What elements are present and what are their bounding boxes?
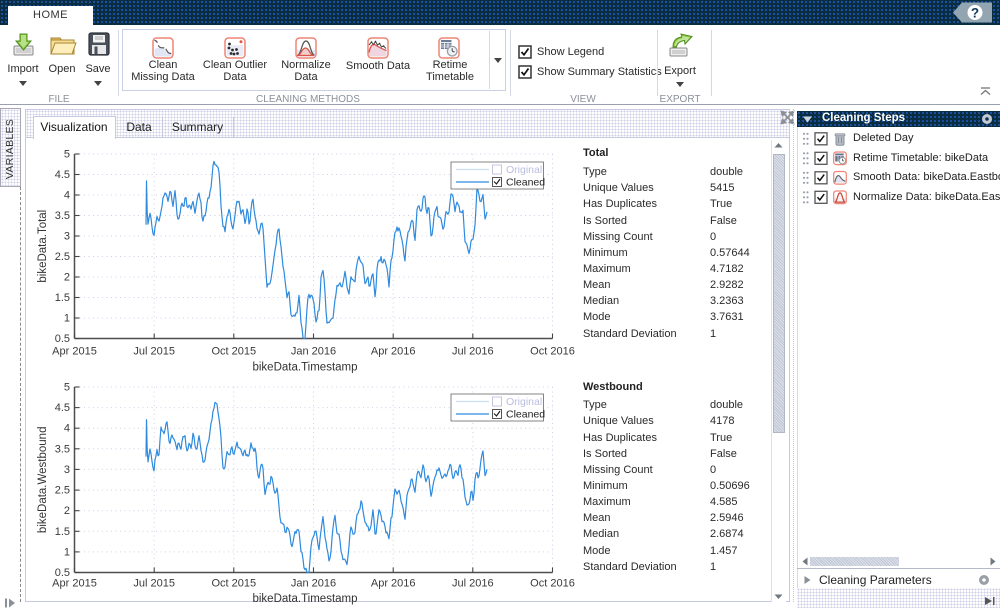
svg-text:4: 4 [64,423,70,435]
svg-text:4.5: 4.5 [55,402,70,414]
svg-text:Oct 2016: Oct 2016 [530,346,575,358]
svg-text:bikeData.Westbound: bikeData.Westbound [37,427,49,534]
svg-text:2: 2 [64,272,70,284]
svg-text:Apr 2016: Apr 2016 [371,346,416,358]
svg-text:Jan 2016: Jan 2016 [291,346,336,358]
svg-text:Oct 2016: Oct 2016 [530,578,575,590]
svg-text:Apr 2015: Apr 2015 [52,578,97,590]
svg-text:3: 3 [64,231,70,243]
svg-text:4.5: 4.5 [55,169,70,181]
svg-text:2.5: 2.5 [55,485,70,497]
svg-text:1: 1 [64,546,70,558]
svg-text:bikeData.Timestamp: bikeData.Timestamp [252,593,357,605]
svg-text:Original: Original [506,396,542,408]
svg-text:4: 4 [64,190,70,202]
svg-text:bikeData.Timestamp: bikeData.Timestamp [252,362,357,374]
svg-text:Oct 2015: Oct 2015 [211,346,256,358]
svg-text:bikeData.Total: bikeData.Total [37,210,49,283]
svg-text:Jul 2016: Jul 2016 [452,578,494,590]
svg-text:Jul 2016: Jul 2016 [452,346,494,358]
svg-text:3.5: 3.5 [55,210,70,222]
svg-text:Oct 2015: Oct 2015 [211,578,256,590]
svg-text:0.5: 0.5 [55,333,70,345]
svg-text:Jul 2015: Jul 2015 [133,578,175,590]
svg-text:Apr 2015: Apr 2015 [52,346,97,358]
svg-text:Cleaned: Cleaned [506,177,545,189]
svg-text:5: 5 [64,149,70,161]
svg-text:1.5: 1.5 [55,292,70,304]
svg-text:2: 2 [64,505,70,517]
svg-text:Jan 2016: Jan 2016 [291,578,336,590]
svg-text:3.5: 3.5 [55,443,70,455]
svg-text:Cleaned: Cleaned [506,409,545,421]
svg-text:3: 3 [64,464,70,476]
svg-text:Apr 2016: Apr 2016 [371,578,416,590]
svg-text:1: 1 [64,313,70,325]
svg-text:Jul 2015: Jul 2015 [133,346,175,358]
svg-text:5: 5 [64,382,70,394]
svg-text:1.5: 1.5 [55,526,70,538]
svg-text:Original: Original [506,164,542,176]
svg-text:2.5: 2.5 [55,251,70,263]
